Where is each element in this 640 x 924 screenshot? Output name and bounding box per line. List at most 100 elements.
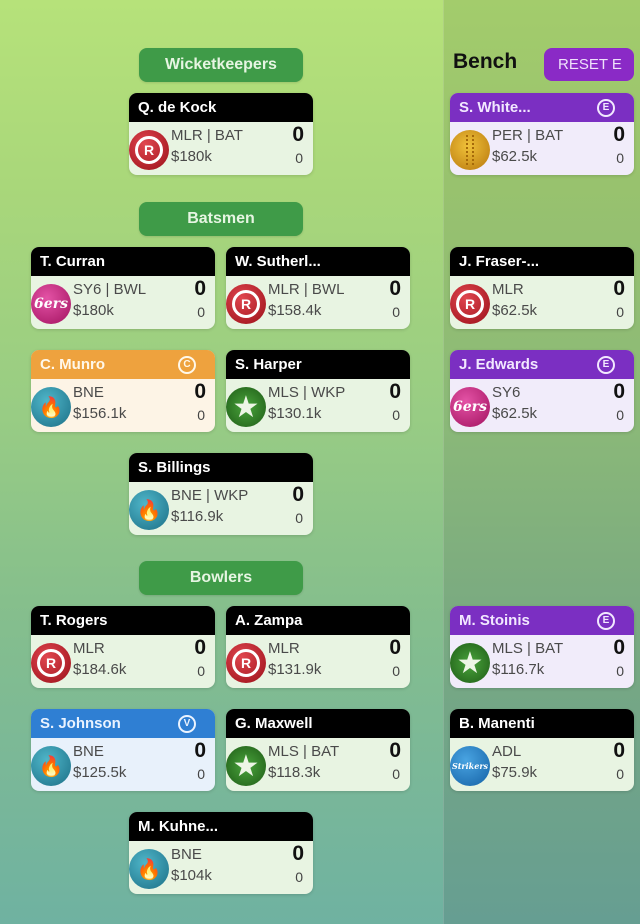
player-name: G. Maxwell [235, 715, 313, 732]
player-body: R MLR | BWL $158.4k 0 0 [226, 276, 410, 329]
player-price: $62.5k [492, 405, 538, 422]
player-team-role: SY6 [492, 384, 521, 401]
logo-glyph: ★ [232, 749, 260, 783]
player-name: J. Fraser-... [459, 253, 540, 270]
player-name: W. Sutherl... [235, 253, 321, 270]
player-header: M. Kuhne... [129, 812, 313, 841]
player-body: PER | BAT $62.5k 0 0 [450, 122, 634, 175]
melbourne-stars-logo-icon: ★ [226, 746, 266, 786]
player-points: 0 [389, 277, 401, 300]
logo-glyph: R [232, 649, 260, 677]
player-points: 0 [194, 277, 206, 300]
player-points: 0 [292, 842, 304, 865]
player-card[interactable]: B. Manenti Strikers ADL $75.9k 0 0 [450, 709, 634, 791]
player-points: 0 [613, 277, 625, 300]
player-header: W. Sutherl... [226, 247, 410, 276]
perth-scorchers-logo-icon [450, 130, 490, 170]
player-team-role: BNE [73, 743, 104, 760]
player-body: R MLR | BAT $180k 0 0 [129, 122, 313, 175]
player-name: S. Harper [235, 356, 302, 373]
logo-glyph: R [232, 290, 260, 318]
emergency-badge-icon: E [597, 98, 615, 117]
player-card[interactable]: Q. de Kock R MLR | BAT $180k 0 0 [129, 93, 313, 175]
player-name: A. Zampa [235, 612, 303, 629]
player-price: $116.7k [492, 661, 545, 678]
reset-emergencies-button[interactable]: RESET E [544, 48, 634, 81]
emergency-badge-icon: E [597, 355, 615, 374]
player-price: $75.9k [492, 764, 538, 781]
player-card[interactable]: J. Edwards E 6ers SY6 $62.5k 0 0 [450, 350, 634, 432]
player-price: $104k [171, 867, 212, 884]
player-points: 0 [389, 380, 401, 403]
player-card[interactable]: T. Rogers R MLR $184.6k 0 0 [31, 606, 215, 688]
player-sub-points: 0 [197, 304, 205, 320]
player-points: 0 [194, 636, 206, 659]
player-price: $180k [171, 148, 212, 165]
player-card[interactable]: G. Maxwell ★ MLS | BAT $118.3k 0 0 [226, 709, 410, 791]
player-points: 0 [613, 739, 625, 762]
player-card[interactable]: M. Kuhne... 🔥 BNE $104k 0 0 [129, 812, 313, 894]
player-team-role: BNE [171, 846, 202, 863]
melbourne-renegades-logo-icon: R [226, 643, 266, 683]
brisbane-heat-logo-icon: 🔥 [129, 849, 169, 889]
player-header: S. Johnson V [31, 709, 215, 738]
player-body: ★ MLS | BAT $116.7k 0 0 [450, 635, 634, 688]
brisbane-heat-logo-icon: 🔥 [129, 490, 169, 530]
player-sub-points: 0 [295, 150, 303, 166]
player-card[interactable]: W. Sutherl... R MLR | BWL $158.4k 0 0 [226, 247, 410, 329]
player-body: ★ MLS | BAT $118.3k 0 0 [226, 738, 410, 791]
player-header: S. White... E [450, 93, 634, 122]
player-team-role: BNE [73, 384, 104, 401]
section-batsmen: Batsmen [139, 202, 303, 236]
player-points: 0 [613, 123, 625, 146]
logo-glyph: R [456, 290, 484, 318]
player-card[interactable]: S. White... E PER | BAT $62.5k 0 0 [450, 93, 634, 175]
player-card[interactable]: A. Zampa R MLR $131.9k 0 0 [226, 606, 410, 688]
captain-badge-icon: C [178, 355, 196, 374]
player-team-role: ADL [492, 743, 522, 760]
player-sub-points: 0 [616, 150, 624, 166]
player-body: 🔥 BNE | WKP $116.9k 0 0 [129, 482, 313, 535]
player-card[interactable]: S. Harper ★ MLS | WKP $130.1k 0 0 [226, 350, 410, 432]
logo-glyph: 🔥 [136, 858, 162, 881]
melbourne-renegades-logo-icon: R [129, 130, 169, 170]
player-sub-points: 0 [197, 407, 205, 423]
player-price: $184.6k [73, 661, 127, 678]
player-card[interactable]: M. Stoinis E ★ MLS | BAT $116.7k 0 0 [450, 606, 634, 688]
player-team-role: MLS | BAT [492, 640, 564, 657]
section-bowlers: Bowlers [139, 561, 303, 595]
player-card[interactable]: T. Curran 6ers SY6 | BWL $180k 0 0 [31, 247, 215, 329]
logo-glyph: 6ers [453, 399, 487, 415]
brisbane-heat-logo-icon: 🔥 [31, 746, 71, 786]
player-price: $125.5k [73, 764, 127, 781]
bench-panel: Bench RESET E S. White... E PER | BAT $62.5… [443, 0, 640, 924]
logo-glyph: R [37, 649, 65, 677]
player-card[interactable]: S. Johnson V 🔥 BNE $125.5k 0 0 [31, 709, 215, 791]
player-sub-points: 0 [197, 766, 205, 782]
player-header: J. Fraser-... [450, 247, 634, 276]
player-sub-points: 0 [392, 407, 400, 423]
player-header: S. Harper [226, 350, 410, 379]
player-body: 🔥 BNE $156.1k 0 0 [31, 379, 215, 432]
player-name: T. Rogers [40, 612, 108, 629]
player-header: C. Munro C [31, 350, 215, 379]
vice-captain-badge-icon: V [178, 714, 196, 733]
player-card[interactable]: S. Billings 🔥 BNE | WKP $116.9k 0 0 [129, 453, 313, 535]
player-sub-points: 0 [295, 510, 303, 526]
brisbane-heat-logo-icon: 🔥 [31, 387, 71, 427]
player-price: $130.1k [268, 405, 322, 422]
player-card[interactable]: C. Munro C 🔥 BNE $156.1k 0 0 [31, 350, 215, 432]
player-card[interactable]: J. Fraser-... R MLR $62.5k 0 0 [450, 247, 634, 329]
player-name: M. Stoinis [459, 612, 530, 629]
ball-seam [466, 135, 474, 165]
player-price: $118.3k [268, 764, 321, 781]
player-header: A. Zampa [226, 606, 410, 635]
player-team-role: MLR | BAT [171, 127, 243, 144]
player-price: $180k [73, 302, 114, 319]
player-points: 0 [613, 380, 625, 403]
player-points: 0 [389, 739, 401, 762]
player-sub-points: 0 [616, 663, 624, 679]
player-price: $156.1k [73, 405, 127, 422]
player-sub-points: 0 [295, 869, 303, 885]
logo-glyph: Strikers [451, 761, 489, 771]
